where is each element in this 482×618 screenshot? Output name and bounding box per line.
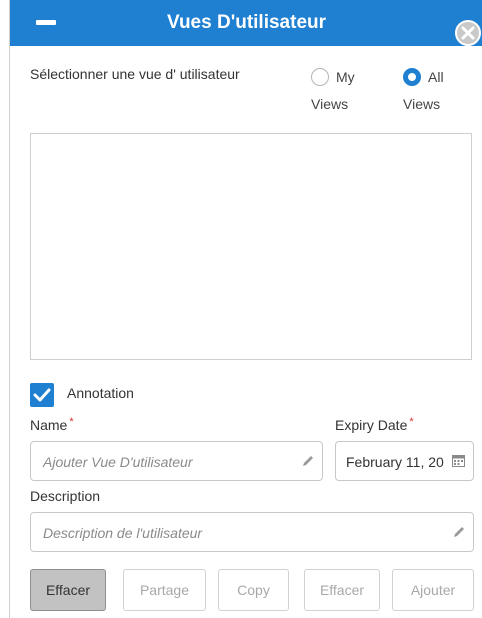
check-icon <box>33 388 51 402</box>
radio-all-views-label-line2: Views <box>403 96 441 112</box>
dialog-title: Vues D'utilisateur <box>166 12 327 33</box>
pencil-icon <box>452 525 466 544</box>
description-field-label: Description <box>30 488 101 504</box>
expiry-required-mark: * <box>409 416 414 428</box>
user-view-list[interactable] <box>30 133 472 360</box>
name-input-placeholder: Ajouter Vue D'utilisateur <box>43 454 193 470</box>
close-icon[interactable] <box>455 20 481 46</box>
name-label-text: Name <box>30 417 68 433</box>
title-bar: Vues D'utilisateur <box>10 0 482 46</box>
share-button[interactable]: Partage <box>123 569 206 611</box>
calendar-icon[interactable] <box>452 454 465 472</box>
annotation-checkbox[interactable] <box>30 383 54 407</box>
name-input[interactable]: Ajouter Vue D'utilisateur <box>30 441 323 481</box>
add-button[interactable]: Ajouter <box>392 569 474 611</box>
name-field-label: Name * <box>30 416 74 433</box>
radio-my-views-circle[interactable] <box>311 68 329 86</box>
copy-button[interactable]: Copy <box>218 569 289 611</box>
user-views-dialog: Vues D'utilisateur Sélectionner une vue … <box>9 0 482 618</box>
description-input[interactable]: Description de l'utilisateur <box>30 512 474 552</box>
expiry-label-text: Expiry Date <box>335 417 408 433</box>
select-view-label: Sélectionner une vue d' utilisateur <box>30 66 240 82</box>
expiry-field-label: Expiry Date * <box>335 416 414 433</box>
radio-all-views-label: All <box>428 69 444 85</box>
description-input-placeholder: Description de l'utilisateur <box>43 525 203 541</box>
expiry-date-value: February 11, 20 <box>346 454 444 470</box>
annotation-label: Annotation <box>67 385 134 401</box>
radio-my-views-label-line2: Views <box>311 96 349 112</box>
clear-primary-button[interactable]: Effacer <box>30 569 106 611</box>
expiry-date-input[interactable]: February 11, 20 <box>335 441 474 481</box>
clear-button[interactable]: Effacer <box>304 569 380 611</box>
radio-all-views-circle[interactable] <box>403 68 421 86</box>
radio-my-views-label: My <box>336 69 355 85</box>
pencil-icon <box>301 454 315 473</box>
minimize-icon[interactable] <box>36 20 56 25</box>
name-required-mark: * <box>69 416 74 428</box>
